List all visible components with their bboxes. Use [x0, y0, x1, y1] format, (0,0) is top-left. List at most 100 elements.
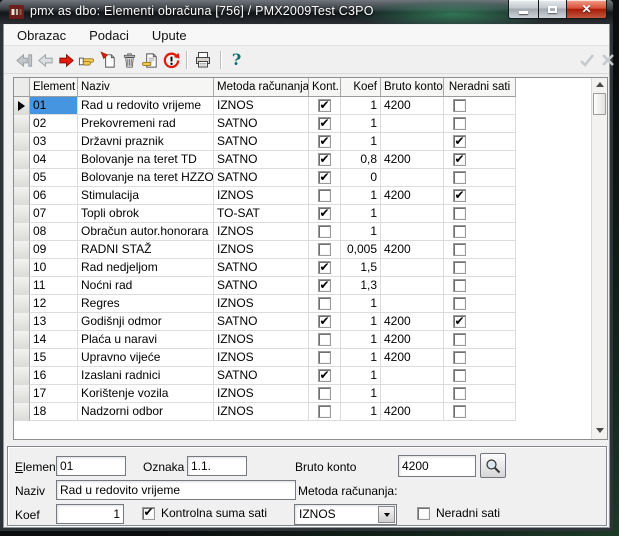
cell-element[interactable]: 04	[30, 151, 78, 169]
cell-koef[interactable]: 1	[341, 115, 381, 133]
cell-element[interactable]: 16	[30, 367, 78, 385]
vertical-scrollbar[interactable]	[591, 78, 607, 439]
cell-koef[interactable]: 1	[341, 313, 381, 331]
cell-bruto[interactable]	[381, 367, 444, 385]
cell-element[interactable]: 12	[30, 295, 78, 313]
neradni-checkbox[interactable]	[453, 279, 466, 292]
cell-naziv[interactable]: Prekovremeni rad	[78, 115, 214, 133]
kont-checkbox[interactable]	[318, 151, 331, 168]
cell-naziv[interactable]: Nadzorni odbor	[78, 403, 214, 421]
kont-checkbox[interactable]	[318, 277, 331, 294]
cell-metoda[interactable]: SATNO	[214, 169, 309, 187]
kont-checkbox[interactable]	[318, 405, 331, 418]
cell-element[interactable]: 14	[30, 331, 78, 349]
cell-bruto[interactable]: 4200	[381, 403, 444, 421]
neradni-checkbox[interactable]	[453, 351, 466, 364]
kont-checkbox[interactable]	[318, 313, 331, 330]
cell-element[interactable]: 15	[30, 349, 78, 367]
neradni-checkbox[interactable]	[453, 171, 466, 184]
cell-naziv[interactable]: Bolovanje na teret TD	[78, 151, 214, 169]
cell-metoda[interactable]: SATNO	[214, 367, 309, 385]
neradni-checkbox[interactable]	[453, 405, 466, 418]
kont-checkbox[interactable]	[318, 367, 331, 384]
cell-metoda[interactable]: IZNOS	[214, 295, 309, 313]
exit-button[interactable]	[14, 49, 35, 71]
cell-metoda[interactable]: IZNOS	[214, 223, 309, 241]
goto-record-button[interactable]	[77, 49, 98, 71]
neradni-checkbox[interactable]	[453, 207, 466, 220]
cell-naziv[interactable]: RADNI STAŽ	[78, 241, 214, 259]
cell-element[interactable]: 13	[30, 313, 78, 331]
cell-koef[interactable]: 1,3	[341, 277, 381, 295]
cell-element[interactable]: 09	[30, 241, 78, 259]
cell-naziv[interactable]: Obračun autor.honorara	[78, 223, 214, 241]
neradni-checkbox[interactable]	[453, 297, 466, 310]
kont-checkbox[interactable]	[318, 225, 331, 238]
cell-metoda[interactable]: IZNOS	[214, 403, 309, 421]
kont-checkbox[interactable]	[318, 351, 331, 364]
cell-metoda[interactable]: IZNOS	[214, 349, 309, 367]
next-record-button[interactable]	[56, 49, 77, 71]
cell-koef[interactable]: 0,005	[341, 241, 381, 259]
cancel-button[interactable]	[597, 49, 618, 71]
cell-element[interactable]: 17	[30, 385, 78, 403]
cell-bruto[interactable]: 4200	[381, 241, 444, 259]
cell-koef[interactable]: 1	[341, 97, 381, 115]
cell-koef[interactable]: 1,5	[341, 259, 381, 277]
cell-element[interactable]: 05	[30, 169, 78, 187]
cell-bruto[interactable]	[381, 115, 444, 133]
bruto-konto-lookup-button[interactable]	[480, 453, 506, 478]
scroll-up-button[interactable]	[592, 78, 608, 91]
cell-koef[interactable]: 1	[341, 223, 381, 241]
cell-metoda[interactable]: IZNOS	[214, 97, 309, 115]
minimize-button[interactable]	[508, 0, 538, 19]
cell-koef[interactable]: 1	[341, 133, 381, 151]
cell-metoda[interactable]: IZNOS	[214, 385, 309, 403]
cell-metoda[interactable]: IZNOS	[214, 241, 309, 259]
cell-bruto[interactable]	[381, 385, 444, 403]
cell-element[interactable]: 18	[30, 403, 78, 421]
cell-bruto[interactable]	[381, 133, 444, 151]
cell-element[interactable]: 11	[30, 277, 78, 295]
scroll-down-button[interactable]	[592, 424, 608, 437]
naziv-field[interactable]	[56, 480, 296, 500]
neradni-checkbox[interactable]	[453, 261, 466, 274]
kontrolna-suma-sati-checkbox[interactable]: Kontrolna suma sati	[142, 505, 267, 520]
cell-naziv[interactable]: Izaslani radnici	[78, 367, 214, 385]
neradni-checkbox[interactable]	[453, 99, 466, 112]
cell-metoda[interactable]: TO-SAT	[214, 205, 309, 223]
cell-naziv[interactable]: Državni praznik	[78, 133, 214, 151]
cell-koef[interactable]: 1	[341, 187, 381, 205]
cell-naziv[interactable]: Stimulacija	[78, 187, 214, 205]
neradni-checkbox[interactable]	[453, 313, 466, 330]
cell-koef[interactable]: 1	[341, 205, 381, 223]
cell-koef[interactable]: 1	[341, 331, 381, 349]
combo-drop-button[interactable]	[378, 506, 395, 523]
cell-naziv[interactable]: Korištenje vozila	[78, 385, 214, 403]
cell-koef[interactable]: 1	[341, 349, 381, 367]
edit-record-button[interactable]	[140, 49, 161, 71]
neradni-checkbox[interactable]	[453, 387, 466, 400]
cell-naziv[interactable]: Regres	[78, 295, 214, 313]
cell-bruto[interactable]	[381, 205, 444, 223]
cell-element[interactable]: 01	[30, 97, 78, 115]
metoda-racunanja-select[interactable]: IZNOS	[294, 504, 397, 525]
cell-bruto[interactable]	[381, 277, 444, 295]
neradni-checkbox[interactable]	[453, 243, 466, 256]
cell-naziv[interactable]: Godišnji odmor	[78, 313, 214, 331]
help-button[interactable]: ?	[226, 49, 247, 71]
insert-record-button[interactable]	[98, 49, 119, 71]
print-button[interactable]	[192, 49, 213, 71]
cell-metoda[interactable]: SATNO	[214, 133, 309, 151]
kont-checkbox[interactable]	[318, 387, 331, 400]
kont-checkbox[interactable]	[318, 243, 331, 256]
neradni-checkbox[interactable]	[453, 187, 466, 204]
cell-koef[interactable]: 1	[341, 403, 381, 421]
neradni-checkbox[interactable]	[453, 225, 466, 238]
cell-metoda[interactable]: IZNOS	[214, 331, 309, 349]
cell-koef[interactable]: 1	[341, 385, 381, 403]
neradni-checkbox[interactable]	[453, 117, 466, 130]
maximize-button[interactable]	[538, 0, 567, 19]
koef-field[interactable]	[56, 504, 124, 524]
kont-checkbox[interactable]	[318, 133, 331, 150]
